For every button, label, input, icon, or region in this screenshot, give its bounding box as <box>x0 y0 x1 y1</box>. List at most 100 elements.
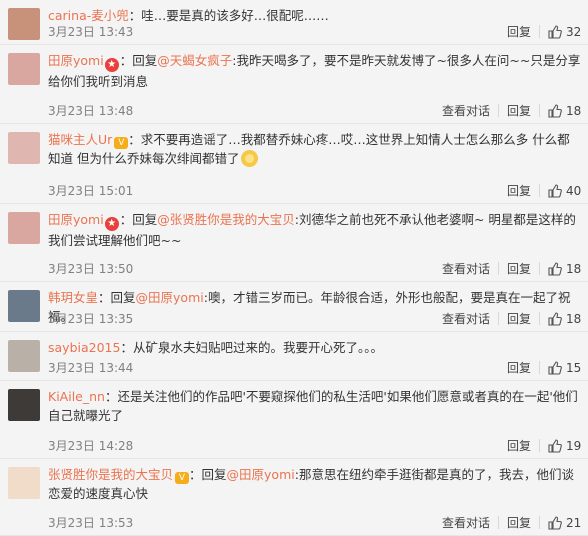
thumbs-up-icon <box>548 261 562 276</box>
reply-link[interactable]: 回复 <box>507 260 531 277</box>
view-conversation-link[interactable]: 查看对话 <box>442 260 490 277</box>
comment-content: ：从矿泉水夫妇贴吧过来的。我要开心死了。。。 <box>120 340 383 355</box>
comment-body: carina-麦小兜：哇…要是真的该多好…很配呢…… 3月23日 13:43 回复 3… <box>48 0 582 44</box>
comment-item: 田原yomi ★ ：回复@张贤胜你是我的大宝贝:刘德华之前也死不承认他老婆啊~ 明星… <box>0 204 588 282</box>
divider <box>539 184 540 197</box>
like-button[interactable]: 21 <box>548 516 582 530</box>
comment-item: KiAile_nn：还是关注他们的作品吧'不要窥探他们的私生活吧'如果他们愿意或… <box>0 381 588 459</box>
user-avatar[interactable] <box>8 132 40 164</box>
comment-item: carina-麦小兜：哇…要是真的该多好…很配呢…… 3月23日 13:43 回复 3… <box>0 0 588 45</box>
comment-text: 张贤胜你是我的大宝贝 V ：回复@田原yomi:那意思在纽约牵手逛街都是真的了，我去… <box>48 465 582 503</box>
user-avatar[interactable] <box>8 340 40 372</box>
divider <box>539 312 540 325</box>
view-conversation-link[interactable]: 查看对话 <box>442 102 490 119</box>
reply-link[interactable]: 回复 <box>507 182 531 199</box>
vip-badge-icon: V <box>175 472 190 484</box>
like-count: 32 <box>566 24 582 39</box>
reply-prefix: ：回复 <box>98 290 136 305</box>
comment-body: saybia2015：从矿泉水夫妇贴吧过来的。我要开心死了。。。 3月23日 13… <box>48 332 582 380</box>
reply-link[interactable]: 回复 <box>507 310 531 327</box>
mention-link[interactable]: @张贤胜你是我的大宝贝 <box>157 212 295 227</box>
user-avatar[interactable] <box>8 389 40 421</box>
like-button[interactable]: 15 <box>548 361 582 375</box>
comment-time: 3月23日 13:43 <box>48 25 134 39</box>
comment-item: 田原yomi ★ ：回复@天蝎女疯子:我昨天喝多了，要不是昨天就发博了~很多人在问~… <box>0 45 588 124</box>
emoji-icon <box>241 150 259 167</box>
reply-link[interactable]: 回复 <box>507 514 531 531</box>
like-button[interactable]: 19 <box>548 439 582 453</box>
like-count: 15 <box>566 360 582 375</box>
star-badge-icon: ★ <box>104 58 119 72</box>
username-link[interactable]: 张贤胜你是我的大宝贝 <box>48 467 173 482</box>
divider <box>539 262 540 275</box>
comment-body: KiAile_nn：还是关注他们的作品吧'不要窥探他们的私生活吧'如果他们愿意或… <box>48 381 582 458</box>
reply-link[interactable]: 回复 <box>507 102 531 119</box>
like-button[interactable]: 18 <box>548 104 582 118</box>
comment-time: 3月23日 13:35 <box>48 312 134 326</box>
divider <box>497 262 499 275</box>
username-link[interactable]: 田原yomi <box>48 212 104 227</box>
comment-content: ：哇…要是真的该多好…很配呢…… <box>128 8 329 23</box>
like-button[interactable]: 18 <box>548 262 582 276</box>
user-avatar[interactable] <box>8 53 40 85</box>
vip-badge-icon: V <box>114 137 129 149</box>
comment-time: 3月23日 13:44 <box>48 361 134 375</box>
thumbs-up-icon <box>548 103 562 118</box>
comment-item: 猫咪主人Ur V ：求不要再造谣了…我都替乔妹心疼…哎…这世界上知情人士怎么那么多 … <box>0 124 588 204</box>
comment-time: 3月23日 13:53 <box>48 516 134 530</box>
thumbs-up-icon <box>548 438 562 453</box>
comment-list: carina-麦小兜：哇…要是真的该多好…很配呢…… 3月23日 13:43 回复 3… <box>0 0 588 536</box>
comment-meta: 3月23日 13:44 回复 15 <box>48 359 582 376</box>
divider <box>539 361 540 374</box>
reply-prefix: ：回复 <box>119 212 158 227</box>
divider <box>539 439 540 452</box>
username-link[interactable]: carina-麦小兜 <box>48 8 129 23</box>
like-button[interactable]: 18 <box>548 312 582 326</box>
comment-meta: 3月23日 13:50 查看对话 回复 18 <box>48 260 582 277</box>
mention-link[interactable]: @天蝎女疯子 <box>157 53 232 68</box>
mention-link[interactable]: @田原yomi <box>136 290 204 305</box>
like-count: 21 <box>566 515 582 530</box>
user-avatar[interactable] <box>8 467 40 499</box>
comment-item: saybia2015：从矿泉水夫妇贴吧过来的。我要开心死了。。。 3月23日 13… <box>0 332 588 381</box>
thumbs-up-icon <box>548 311 562 326</box>
reply-link[interactable]: 回复 <box>507 23 531 40</box>
comment-text: KiAile_nn：还是关注他们的作品吧'不要窥探他们的私生活吧'如果他们愿意或… <box>48 387 582 425</box>
star-badge-icon: ★ <box>104 217 119 231</box>
comment-time: 3月23日 13:50 <box>48 262 134 276</box>
username-link[interactable]: 田原yomi <box>48 53 104 68</box>
reply-prefix: ：回复 <box>189 467 227 482</box>
comment-body: 韩玥女皇：回复@田原yomi:噢，才错三岁而已。年龄很合适，外形也般配，要是真在… <box>48 282 582 331</box>
username-link[interactable]: 猫咪主人Ur <box>48 132 112 147</box>
user-avatar[interactable] <box>8 8 40 40</box>
reply-prefix: ：回复 <box>119 53 158 68</box>
comment-item: 韩玥女皇：回复@田原yomi:噢，才错三岁而已。年龄很合适，外形也般配，要是真在… <box>0 282 588 332</box>
user-avatar[interactable] <box>8 290 40 322</box>
comment-meta: 3月23日 13:35 查看对话 回复 18 <box>48 310 582 327</box>
reply-link[interactable]: 回复 <box>507 359 531 376</box>
username-link[interactable]: 韩玥女皇 <box>48 290 98 305</box>
comment-body: 张贤胜你是我的大宝贝 V ：回复@田原yomi:那意思在纽约牵手逛街都是真的了，我去… <box>48 459 582 535</box>
comment-meta: 3月23日 13:43 回复 32 <box>48 23 582 40</box>
like-count: 18 <box>566 103 582 118</box>
divider <box>497 516 499 529</box>
like-button[interactable]: 40 <box>548 184 582 198</box>
view-conversation-link[interactable]: 查看对话 <box>442 514 490 531</box>
divider <box>539 25 540 38</box>
like-button[interactable]: 32 <box>548 25 582 39</box>
like-count: 19 <box>566 438 582 453</box>
thumbs-up-icon <box>548 515 562 530</box>
like-count: 18 <box>566 261 582 276</box>
user-avatar[interactable] <box>8 212 40 244</box>
divider <box>539 516 540 529</box>
username-link[interactable]: KiAile_nn <box>48 389 105 404</box>
view-conversation-link[interactable]: 查看对话 <box>442 310 490 327</box>
like-count: 18 <box>566 311 582 326</box>
divider <box>497 312 499 325</box>
username-link[interactable]: saybia2015 <box>48 340 120 355</box>
mention-link[interactable]: @田原yomi <box>227 467 295 482</box>
comment-meta: 3月23日 14:28 回复 19 <box>48 437 582 454</box>
reply-link[interactable]: 回复 <box>507 437 531 454</box>
comment-content: ：还是关注他们的作品吧'不要窥探他们的私生活吧'如果他们愿意或者真的在一起'他们… <box>48 389 578 423</box>
comment-time: 3月23日 15:01 <box>48 184 134 198</box>
